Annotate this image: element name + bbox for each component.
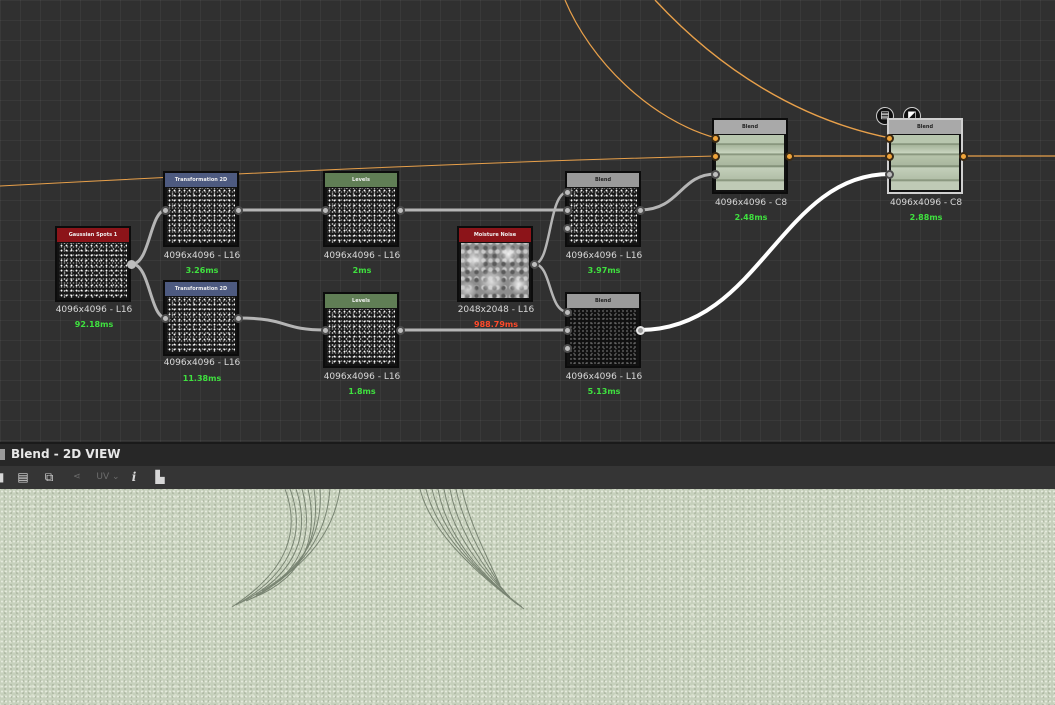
node-transformation-2d[interactable]: Transformation 2D [163, 280, 239, 356]
uv-dropdown[interactable]: UV ⌄ [92, 469, 124, 485]
node-time-label: 2.88ms [909, 213, 943, 222]
node-thumbnail [167, 188, 235, 243]
histogram-icon[interactable]: ▙ [150, 469, 170, 485]
input-port[interactable] [563, 344, 572, 353]
input-port[interactable] [885, 134, 894, 143]
input-port[interactable] [161, 314, 170, 323]
input-port[interactable] [711, 134, 720, 143]
node-blend[interactable]: Blend [712, 118, 788, 194]
node-thumbnail [327, 309, 395, 364]
input-port[interactable] [321, 206, 330, 215]
node-thumbnail [569, 188, 637, 243]
node-time-label: 988.79ms [474, 320, 518, 329]
node-time-label: 3.26ms [185, 266, 219, 275]
info-icon[interactable]: i [127, 469, 141, 485]
node-size-label: 4096x4096 - L16 [163, 358, 241, 368]
node-transformation-2d[interactable]: Transformation 2D [163, 171, 239, 247]
node-graph[interactable]: Gaussian Spots 1 4096x4096 - L16 92.18ms… [0, 0, 1055, 442]
node-title: Gaussian Spots 1 [57, 228, 129, 242]
node-title: Levels [325, 173, 397, 187]
input-port[interactable] [321, 326, 330, 335]
input-port[interactable] [885, 152, 894, 161]
wire-gaussian-t2 [131, 262, 167, 320]
node-size-label: 2048x2048 - L16 [457, 305, 535, 315]
output-port[interactable] [396, 326, 405, 335]
node-time-label: 1.8ms [348, 387, 376, 396]
wire-orange-top-a [564, 0, 717, 139]
output-port[interactable] [785, 152, 794, 161]
node-thumbnail [167, 297, 235, 352]
wire-b1-b3 [639, 172, 717, 212]
wire-m-b2 [533, 262, 569, 314]
node-title: Blend [714, 120, 786, 134]
share-icon[interactable]: ⋖ [68, 469, 86, 485]
output-port[interactable] [127, 260, 136, 269]
node-size-label: 4096x4096 - C8 [714, 198, 788, 208]
node-time-label: 5.13ms [587, 387, 621, 396]
panel-icon [0, 449, 5, 460]
node-thumbnail [891, 135, 959, 190]
input-port[interactable] [711, 152, 720, 161]
node-thumbnail [569, 309, 637, 364]
node-title: Blend [567, 294, 639, 308]
output-port[interactable] [636, 206, 645, 215]
input-port[interactable] [563, 224, 572, 233]
node-moisture-noise[interactable]: Moisture Noise [457, 226, 533, 302]
node-gaussian-spots[interactable]: Gaussian Spots 1 [55, 226, 131, 302]
input-port[interactable] [161, 206, 170, 215]
panel-header: Blend - 2D VIEW [0, 444, 1055, 466]
node-size-label: 4096x4096 - L16 [565, 372, 643, 382]
node-time-label: 2ms [352, 266, 372, 275]
node-title: Blend [889, 120, 961, 134]
output-port[interactable] [396, 206, 405, 215]
node-blend[interactable]: Blend [565, 292, 641, 368]
node-size-label: 4096x4096 - L16 [565, 251, 643, 261]
view-toolbar: ▮ ▤ ⧉ ⋖ UV ⌄ i ▙ [0, 466, 1055, 489]
wire-t2-l2 [237, 316, 327, 332]
save-icon[interactable]: ▤ [14, 469, 32, 485]
node-levels[interactable]: Levels [323, 292, 399, 368]
node-size-label: 4096x4096 - L16 [163, 251, 241, 261]
input-port[interactable] [563, 188, 572, 197]
node-time-label: 3.97ms [587, 266, 621, 275]
node-title: Blend [567, 173, 639, 187]
node-title: Levels [325, 294, 397, 308]
input-port[interactable] [711, 170, 720, 179]
node-title: Moisture Noise [459, 228, 531, 242]
output-port[interactable] [959, 152, 968, 161]
output-port[interactable] [636, 326, 645, 335]
node-time-label: 11.38ms [182, 374, 222, 383]
node-thumbnail [327, 188, 395, 243]
node-title: Transformation 2D [165, 282, 237, 296]
node-levels[interactable]: Levels [323, 171, 399, 247]
node-thumbnail [59, 243, 127, 298]
output-port[interactable] [234, 206, 243, 215]
node-size-label: 4096x4096 - L16 [55, 305, 133, 315]
input-port[interactable] [563, 206, 572, 215]
output-port[interactable] [530, 260, 539, 269]
node-thumbnail [461, 243, 529, 298]
node-size-label: 4096x4096 - C8 [889, 198, 963, 208]
node-blend-selected[interactable]: Blend [887, 118, 963, 194]
toolbar-cut-icon[interactable]: ▮ [0, 469, 6, 485]
output-port[interactable] [234, 314, 243, 323]
copy-icon[interactable]: ⧉ [40, 469, 58, 485]
node-time-label: 2.48ms [734, 213, 768, 222]
panel-title: Blend - 2D VIEW [11, 447, 121, 461]
wire-gaussian-t1 [131, 208, 167, 266]
input-port[interactable] [563, 326, 572, 335]
node-title: Transformation 2D [165, 173, 237, 187]
input-port[interactable] [885, 170, 894, 179]
node-size-label: 4096x4096 - L16 [323, 251, 401, 261]
connection-wires [0, 0, 1055, 332]
node-blend[interactable]: Blend [565, 171, 641, 247]
texture-preview [231, 489, 525, 610]
input-port[interactable] [563, 308, 572, 317]
node-size-label: 4096x4096 - L16 [323, 372, 401, 382]
node-thumbnail [716, 135, 784, 190]
node-time-label: 92.18ms [74, 320, 114, 329]
2d-view-canvas[interactable] [0, 489, 1055, 705]
